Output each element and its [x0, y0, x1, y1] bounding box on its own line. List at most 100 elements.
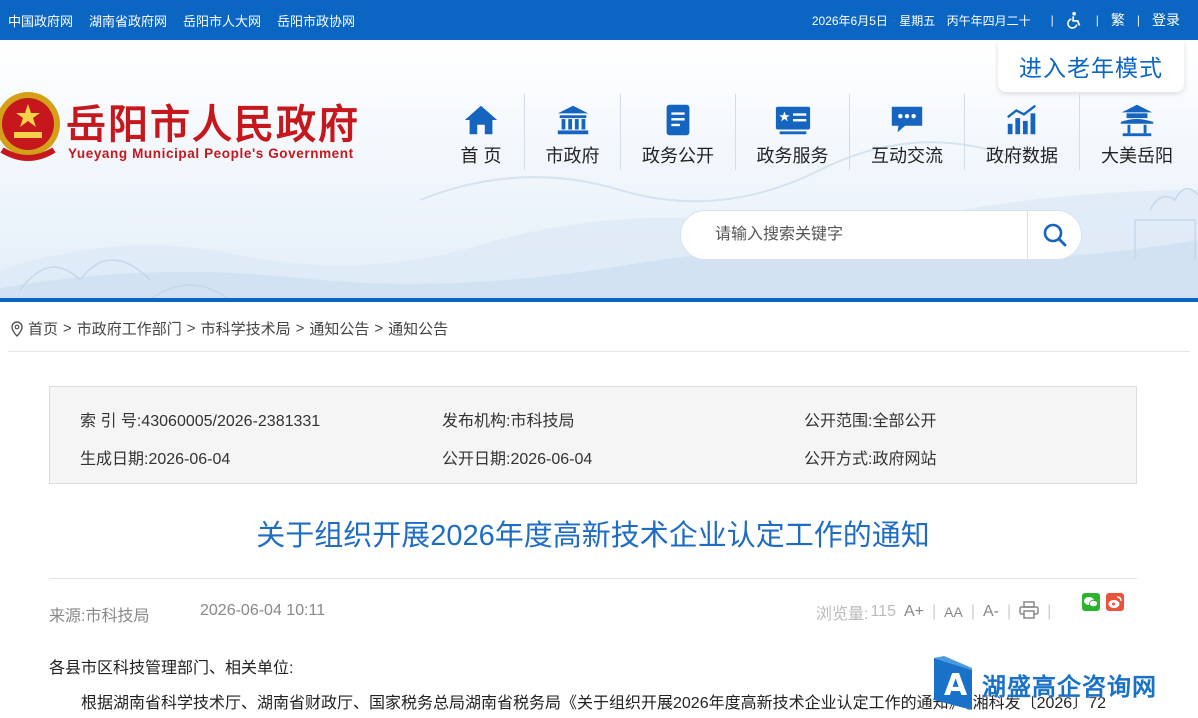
- location-pin-icon: [11, 320, 23, 337]
- publish-method-value: 政府网站: [872, 451, 937, 468]
- breadcrumb-separator: >: [186, 320, 196, 337]
- font-normal-button[interactable]: AA: [944, 604, 963, 620]
- elder-mode-button[interactable]: 进入老年模式: [998, 40, 1184, 92]
- breadcrumb-science-bureau[interactable]: 市科学技术局: [201, 318, 291, 339]
- article-addressee: 各县市区科技管理部门、相关单位:: [49, 660, 294, 677]
- tool-separator: |: [1006, 603, 1012, 620]
- banner-bottom-border: [0, 298, 1198, 302]
- tool-separator: |: [970, 603, 975, 620]
- scope-value: 全部公开: [872, 413, 937, 430]
- weekday-text: 星期五: [899, 13, 936, 28]
- font-larger-button[interactable]: A+: [904, 603, 924, 621]
- created-date-label: 生成日期:: [80, 451, 149, 468]
- top-bar: 中国政府网 湖南省政府网 岳阳市人大网 岳阳市政协网 2026年6月5日 星期五…: [0, 0, 1198, 40]
- wheelchair-icon[interactable]: [1066, 11, 1084, 29]
- document-icon: [666, 104, 690, 136]
- publisher-value: 市科技局: [510, 413, 575, 430]
- breadcrumb-divider: [8, 351, 1190, 352]
- nav-item-gov-data[interactable]: 政府数据: [965, 94, 1079, 168]
- font-smaller-button[interactable]: A-: [983, 603, 999, 621]
- weibo-share-icon[interactable]: [1106, 593, 1124, 611]
- external-links: 中国政府网 湖南省政府网 岳阳市人大网 岳阳市政协网: [8, 0, 371, 40]
- article-datetime: 2026-06-04 10:11: [200, 602, 326, 619]
- site-title: 岳阳市人民政府: [66, 101, 360, 148]
- document-info-box: 索 引 号:43060005/2026-2381331 发布机构:市科技局 公开…: [49, 386, 1137, 484]
- public-date-value: 2026-06-04: [510, 451, 593, 468]
- breadcrumb-separator: >: [63, 320, 72, 337]
- separator: |: [1095, 13, 1099, 27]
- nav-item-beautiful-yueyang[interactable]: 大美岳阳: [1080, 94, 1194, 168]
- nav-item-city-government[interactable]: 市政府: [525, 94, 620, 168]
- publisher-label: 发布机构:: [442, 413, 511, 430]
- watermark-logo-letter: A: [944, 668, 968, 703]
- nav-item-gov-services[interactable]: 政务服务: [736, 94, 849, 168]
- breadcrumb-separator: >: [295, 320, 305, 337]
- source-label: 来源:: [49, 608, 86, 625]
- site-subtitle: Yueyang Municipal People's Government: [68, 146, 354, 161]
- index-number-value: 43060005/2026-2381331: [141, 413, 321, 430]
- created-date-row: 生成日期:2026-06-04: [80, 445, 230, 469]
- link-yueyang-npc[interactable]: 岳阳市人大网: [183, 11, 261, 30]
- link-china-gov[interactable]: 中国政府网: [8, 11, 73, 30]
- date-display: 2026年6月5日 星期五 丙午年四月二十: [812, 12, 1039, 29]
- nav-item-gov-affairs-open[interactable]: 政务公开: [621, 94, 735, 168]
- index-number-row: 索 引 号:43060005/2026-2381331: [80, 407, 320, 431]
- link-hunan-gov[interactable]: 湖南省政府网: [89, 11, 167, 30]
- chat-icon: [891, 106, 923, 133]
- lunar-date-text: 丙午年四月二十: [946, 13, 1031, 28]
- search-box: [680, 210, 1082, 260]
- watermark: A 湖盛高企咨询网: [930, 654, 1157, 714]
- article-tools: 浏览量: 115 A+ | AA | A- | |: [816, 600, 1051, 624]
- traditional-chinese-toggle[interactable]: 繁: [1111, 10, 1125, 30]
- breadcrumb-departments[interactable]: 市政府工作部门: [77, 318, 182, 339]
- views-count: 115: [870, 603, 896, 620]
- title-divider: [49, 578, 1137, 579]
- home-icon: [464, 105, 498, 135]
- tool-separator: |: [931, 603, 937, 620]
- scope-row: 公开范围:全部公开: [804, 407, 936, 431]
- search-input[interactable]: [681, 211, 1027, 259]
- breadcrumb: 首页 > 市政府工作部门 > 市科学技术局 > 通知公告 > 通知公告: [10, 318, 448, 339]
- breadcrumb-notices-current[interactable]: 通知公告: [388, 318, 448, 339]
- publisher-row: 发布机构:市科技局: [442, 407, 574, 431]
- nav-label: 政府数据: [986, 146, 1058, 166]
- source-value: 市科技局: [85, 608, 150, 625]
- date-text: 2026年6月5日: [811, 13, 888, 28]
- watermark-text: 湖盛高企咨询网: [982, 671, 1157, 701]
- nav-item-home[interactable]: 首 页: [438, 94, 524, 168]
- created-date-value: 2026-06-04: [148, 451, 231, 468]
- breadcrumb-home[interactable]: 首页: [28, 318, 58, 339]
- breadcrumb-notices[interactable]: 通知公告: [309, 318, 369, 339]
- top-bar-right: 2026年6月5日 星期五 丙午年四月二十 | | 繁 | 登录: [812, 0, 1180, 40]
- public-date-row: 公开日期:2026-06-04: [442, 445, 592, 469]
- nav-label: 市政府: [545, 146, 600, 166]
- search-button[interactable]: [1027, 211, 1081, 259]
- header-banner: 岳阳市人民政府 Yueyang Municipal People's Gover…: [0, 40, 1198, 302]
- government-building-icon: [557, 105, 588, 135]
- separator: |: [1136, 13, 1140, 27]
- login-link[interactable]: 登录: [1152, 10, 1180, 30]
- publish-method-label: 公开方式:: [804, 451, 873, 468]
- main-nav: 首 页 市政府 政务公开 政务服务 互动交流 政府数据 大美岳阳: [438, 94, 1194, 170]
- nav-label: 政务服务: [756, 146, 829, 166]
- public-date-label: 公开日期:: [442, 451, 511, 468]
- search-icon: [1043, 223, 1066, 247]
- index-number-label: 索 引 号:: [80, 413, 142, 430]
- breadcrumb-separator: >: [374, 320, 384, 337]
- article-title: 关于组织开展2026年度高新技术企业认定工作的通知: [256, 520, 930, 552]
- nav-item-interaction[interactable]: 互动交流: [850, 94, 964, 168]
- views-label: 浏览量:: [816, 606, 869, 623]
- print-button[interactable]: [1019, 600, 1039, 624]
- wechat-share-icon[interactable]: [1082, 593, 1100, 611]
- scope-label: 公开范围:: [804, 413, 873, 430]
- nav-label: 首 页: [460, 146, 502, 166]
- publish-method-row: 公开方式:政府网站: [804, 445, 936, 469]
- nav-label: 互动交流: [871, 146, 943, 166]
- article-source: 来源:市科技局: [49, 602, 149, 626]
- link-yueyang-cppcc[interactable]: 岳阳市政协网: [277, 11, 355, 30]
- separator: |: [1050, 13, 1054, 27]
- national-emblem-icon: [0, 92, 60, 161]
- service-card-icon: [775, 106, 810, 135]
- tool-separator: |: [1047, 603, 1052, 620]
- pavilion-icon: [1120, 104, 1154, 137]
